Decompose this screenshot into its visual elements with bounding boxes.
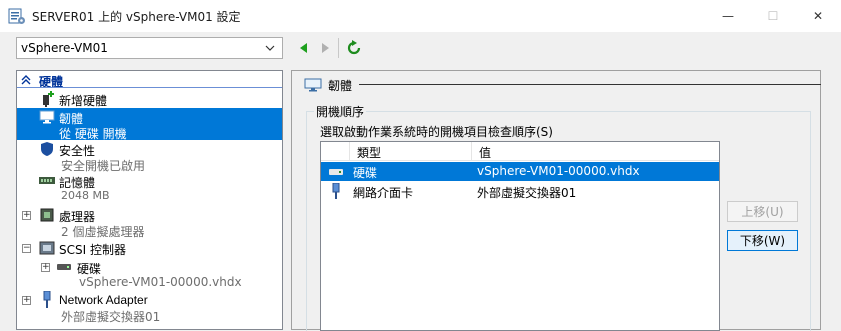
hard-drive-icon [329,169,343,175]
tree-item-processor[interactable]: + 處理器 2 個虛擬處理器 [17,206,282,239]
hard-drive-icon [57,264,71,270]
column-header-value[interactable]: 值 [479,144,491,161]
tree-item-sub: 2 個虛擬處理器 [61,225,145,239]
move-up-button[interactable]: 上移(U) [727,201,798,222]
memory-icon [39,177,55,184]
tree-item-label: SCSI 控制器 [59,243,126,257]
window-title: SERVER01 上的 vSphere-VM01 設定 [32,10,241,24]
boot-order-label: 開機順序 [314,103,367,120]
column-header-type[interactable]: 類型 [357,144,381,161]
network-adapter-icon [332,183,340,199]
tree-item-sub: 2048 MB [61,189,110,202]
title-bar: SERVER01 上的 vSphere-VM01 設定 — ☐ ✕ [0,0,841,32]
toolbar-divider [338,38,339,58]
back-arrow-icon[interactable] [296,40,312,56]
boot-order-description: 選取啟動作業系統時的開機項目檢查順序(S) [320,125,553,139]
close-button[interactable]: ✕ [795,0,841,32]
scsi-controller-icon [39,241,55,255]
collapse-toggle[interactable]: − [22,244,31,253]
tree-item-firmware[interactable]: 韌體 從 硬碟 開機 [17,108,282,141]
add-hardware-icon [43,91,54,107]
close-icon: ✕ [812,9,824,23]
tree-item-add-hardware[interactable]: 新增硬體 [17,90,282,108]
move-down-button[interactable]: 下移(W) [727,230,798,251]
firmware-icon [304,78,322,92]
tree-item-sub: vSphere-VM01-00000.vhdx [79,275,242,289]
minimize-icon: — [722,9,734,23]
tree-item-network-adapter[interactable]: + Network Adapter 外部虛擬交換器01 [17,291,282,325]
panel-title: 韌體 [328,79,353,93]
forward-arrow-icon[interactable] [317,40,333,56]
minimize-button[interactable]: — [705,0,751,32]
vm-selector-value: vSphere-VM01 [21,41,108,55]
tree-item-label: 新增硬體 [59,94,108,108]
expand-toggle[interactable]: + [41,263,50,272]
list-row-hard-drive[interactable]: 硬碟 vSphere-VM01-00000.vhdx [321,162,719,181]
list-header: 類型 值 [321,142,719,161]
expand-toggle[interactable]: + [22,296,31,305]
shield-icon [41,142,53,156]
row-value: 外部虛擬交換器01 [477,186,577,200]
processor-icon [40,208,54,222]
tree-item-sub: 外部虛擬交換器01 [61,310,161,324]
firmware-icon [39,110,55,124]
row-type: 硬碟 [353,166,378,180]
tree-item-scsi-controller[interactable]: − SCSI 控制器 [17,239,282,257]
list-row-network-adapter[interactable]: 網路介面卡 外部虛擬交換器01 [321,182,719,201]
firmware-settings-panel: 韌體 開機順序 選取啟動作業系統時的開機項目檢查順序(S) 類型 值 硬碟 vS… [291,70,821,331]
tree-item-label: Network Adapter [59,293,148,307]
boot-order-list[interactable]: 類型 值 硬碟 vSphere-VM01-00000.vhdx 網路介面卡 外部… [320,141,720,331]
maximize-button[interactable]: ☐ [750,0,796,32]
app-settings-icon [8,8,25,24]
vm-selector-dropdown[interactable]: vSphere-VM01 [16,37,283,59]
refresh-icon[interactable] [346,40,362,56]
maximize-icon: ☐ [767,9,779,23]
tree-item-hard-drive[interactable]: + 硬碟 vSphere-VM01-00000.vhdx [17,258,282,290]
collapse-chevron-icon[interactable] [21,75,31,85]
tree-item-memory[interactable]: 記憶體 2048 MB [17,172,282,204]
network-adapter-icon [43,291,51,308]
hardware-tree: 硬體 新增硬體 韌體 從 硬碟 開機 安全性 安全開機已啟用 記憶體 2048 … [16,70,283,330]
expand-toggle[interactable]: + [22,211,31,220]
row-value: vSphere-VM01-00000.vhdx [477,164,640,178]
section-divider [17,87,282,88]
title-divider [359,84,821,85]
chevron-down-icon [265,45,275,51]
row-type: 網路介面卡 [353,186,414,200]
tree-item-security[interactable]: 安全性 安全開機已啟用 [17,140,282,173]
